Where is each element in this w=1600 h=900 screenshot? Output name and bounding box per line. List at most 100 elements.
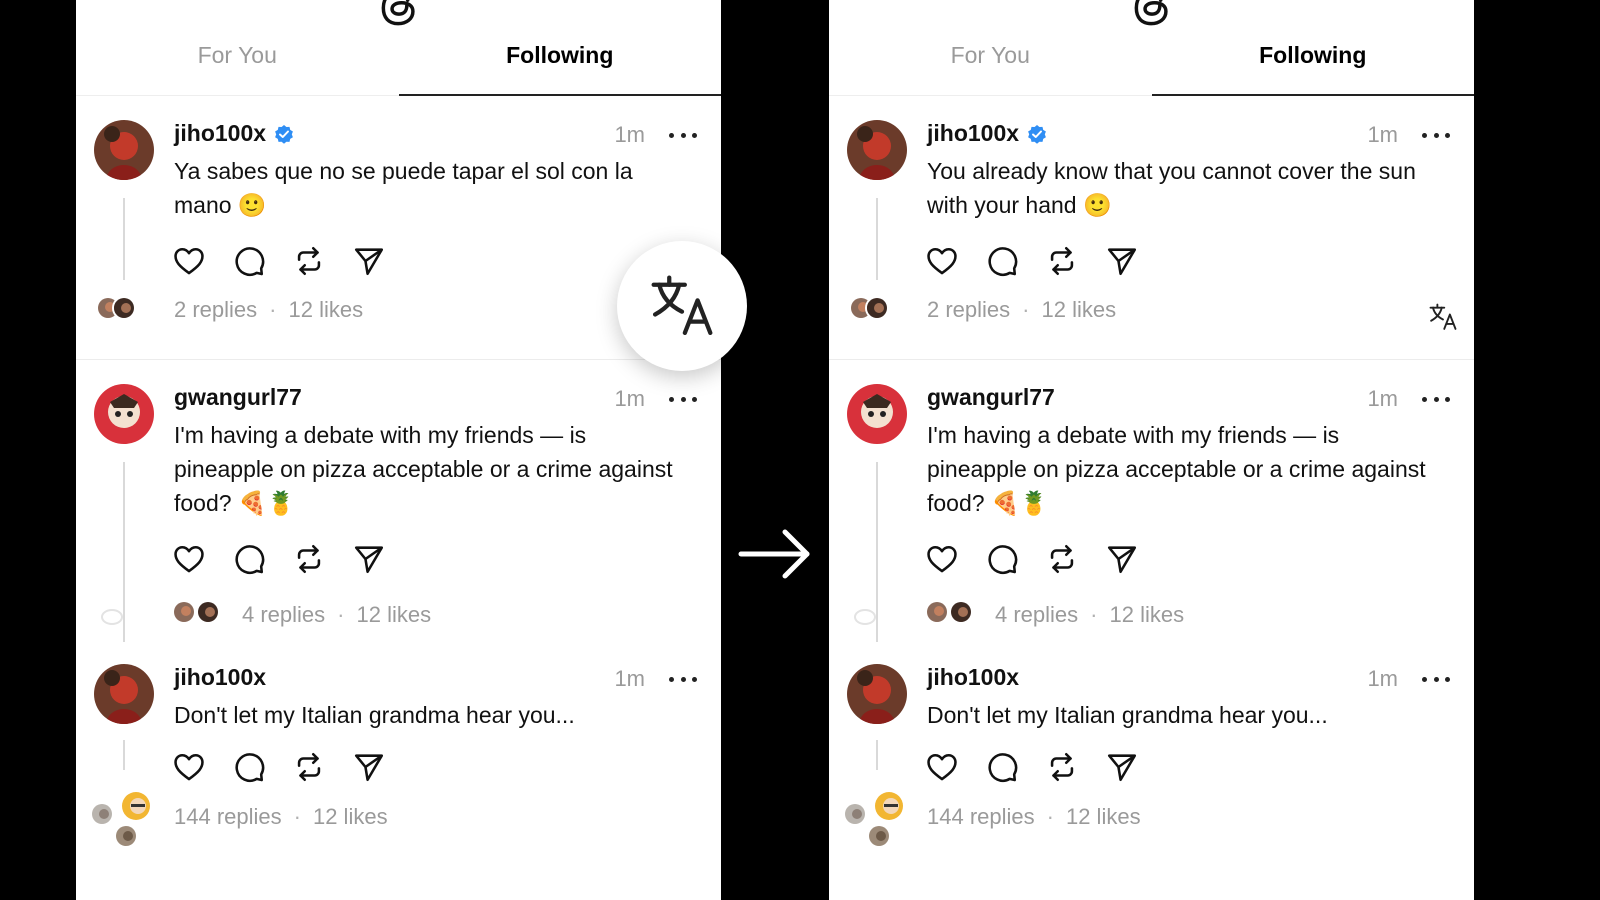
repost-icon[interactable]: [1045, 750, 1079, 784]
likes-count[interactable]: 12 likes: [288, 297, 363, 323]
threads-logo-icon[interactable]: [1129, 0, 1175, 28]
likes-count[interactable]: 12 likes: [1066, 804, 1141, 830]
comment-icon[interactable]: [985, 750, 1019, 784]
username-text[interactable]: jiho100x: [174, 664, 266, 691]
post-actions: [172, 542, 386, 576]
heart-icon[interactable]: [925, 750, 959, 784]
username[interactable]: gwangurl77: [927, 384, 1055, 411]
stats-separator: ·: [1046, 804, 1054, 829]
avatar[interactable]: [847, 664, 907, 724]
username[interactable]: jiho100x: [927, 664, 1019, 691]
post-actions: [172, 244, 386, 278]
translate-icon[interactable]: [1428, 302, 1458, 332]
avatar[interactable]: [94, 664, 154, 724]
avatar[interactable]: [847, 384, 907, 444]
arrow-right-icon: [738, 529, 810, 579]
likes-count[interactable]: 12 likes: [1041, 297, 1116, 323]
username-text[interactable]: jiho100x: [927, 120, 1019, 147]
stats-separator: ·: [293, 804, 301, 829]
post[interactable]: gwangurl77 1m I'm having a debate with m…: [76, 360, 721, 644]
heart-icon[interactable]: [172, 542, 206, 576]
avatar[interactable]: [94, 384, 154, 444]
likes-count[interactable]: 12 likes: [356, 602, 431, 628]
repost-icon[interactable]: [292, 750, 326, 784]
tab-for-you[interactable]: For You: [829, 30, 1152, 95]
send-icon[interactable]: [352, 244, 386, 278]
post[interactable]: jiho100x 1m You already know that you ca…: [829, 96, 1474, 360]
replier-avatar: [114, 824, 138, 848]
username[interactable]: gwangurl77: [174, 384, 302, 411]
send-icon[interactable]: [1105, 244, 1139, 278]
avatar[interactable]: [94, 120, 154, 180]
username-text[interactable]: jiho100x: [927, 664, 1019, 691]
replies-count[interactable]: 4 replies: [242, 602, 325, 628]
post-time: 1m: [1367, 386, 1398, 411]
replier-avatar: [172, 600, 196, 624]
post-stats: 2 replies · 12 likes: [174, 297, 363, 323]
likes-count[interactable]: 12 likes: [1109, 602, 1184, 628]
replier-avatar: [865, 296, 889, 320]
username-text[interactable]: jiho100x: [174, 120, 266, 147]
threads-feed-panel-original: For You Following jiho100x 1m Ya sabes q…: [76, 0, 721, 900]
more-icon[interactable]: [669, 675, 697, 683]
stats-separator: ·: [1022, 297, 1030, 322]
feed-tabs: For You Following: [76, 30, 721, 96]
repost-icon[interactable]: [292, 542, 326, 576]
heart-icon[interactable]: [172, 750, 206, 784]
tab-for-you[interactable]: For You: [76, 30, 399, 95]
replier-avatar: [120, 790, 152, 822]
send-icon[interactable]: [352, 542, 386, 576]
post-stats: 4 replies · 12 likes: [995, 602, 1184, 628]
post-time: 1m: [1367, 122, 1398, 147]
replies-count[interactable]: 144 replies: [174, 804, 282, 830]
replies-count[interactable]: 2 replies: [927, 297, 1010, 323]
translate-button[interactable]: [617, 241, 747, 371]
replier-avatar: [949, 600, 973, 624]
heart-icon[interactable]: [172, 244, 206, 278]
send-icon[interactable]: [1105, 750, 1139, 784]
send-icon[interactable]: [1105, 542, 1139, 576]
comment-icon[interactable]: [985, 244, 1019, 278]
more-icon[interactable]: [669, 131, 697, 139]
username-text[interactable]: gwangurl77: [174, 384, 302, 411]
more-icon[interactable]: [669, 395, 697, 403]
thread-line: [876, 740, 878, 770]
thread-line: [876, 198, 878, 280]
send-icon[interactable]: [352, 750, 386, 784]
comment-icon[interactable]: [232, 244, 266, 278]
username[interactable]: jiho100x: [174, 120, 294, 147]
more-icon[interactable]: [1422, 395, 1450, 403]
heart-icon[interactable]: [925, 542, 959, 576]
replies-count[interactable]: 2 replies: [174, 297, 257, 323]
post-stats: 2 replies · 12 likes: [927, 297, 1116, 323]
tab-following[interactable]: Following: [1151, 30, 1475, 96]
replier-avatar: [112, 296, 136, 320]
username[interactable]: jiho100x: [174, 664, 266, 691]
more-icon[interactable]: [1422, 675, 1450, 683]
post-actions: [925, 542, 1139, 576]
post[interactable]: jiho100x 1m Don't let my Italian grandma…: [76, 644, 721, 900]
avatar[interactable]: [847, 120, 907, 180]
likes-count[interactable]: 12 likes: [313, 804, 388, 830]
post-time: 1m: [614, 666, 645, 691]
replies-count[interactable]: 4 replies: [995, 602, 1078, 628]
post[interactable]: jiho100x 1m Don't let my Italian grandma…: [829, 644, 1474, 900]
replier-avatar: [867, 824, 891, 848]
repost-icon[interactable]: [1045, 542, 1079, 576]
comment-icon[interactable]: [232, 542, 266, 576]
heart-icon[interactable]: [925, 244, 959, 278]
repost-icon[interactable]: [292, 244, 326, 278]
more-icon[interactable]: [1422, 131, 1450, 139]
threads-logo-icon[interactable]: [376, 0, 422, 28]
replier-avatar: [925, 600, 949, 624]
repost-icon[interactable]: [1045, 244, 1079, 278]
comment-icon[interactable]: [985, 542, 1019, 576]
comment-icon[interactable]: [232, 750, 266, 784]
replier-avatar: [196, 600, 220, 624]
tab-following[interactable]: Following: [398, 30, 722, 96]
post[interactable]: gwangurl77 1m I'm having a debate with m…: [829, 360, 1474, 644]
replies-count[interactable]: 144 replies: [927, 804, 1035, 830]
username-text[interactable]: gwangurl77: [927, 384, 1055, 411]
post-actions: [925, 244, 1139, 278]
username[interactable]: jiho100x: [927, 120, 1047, 147]
